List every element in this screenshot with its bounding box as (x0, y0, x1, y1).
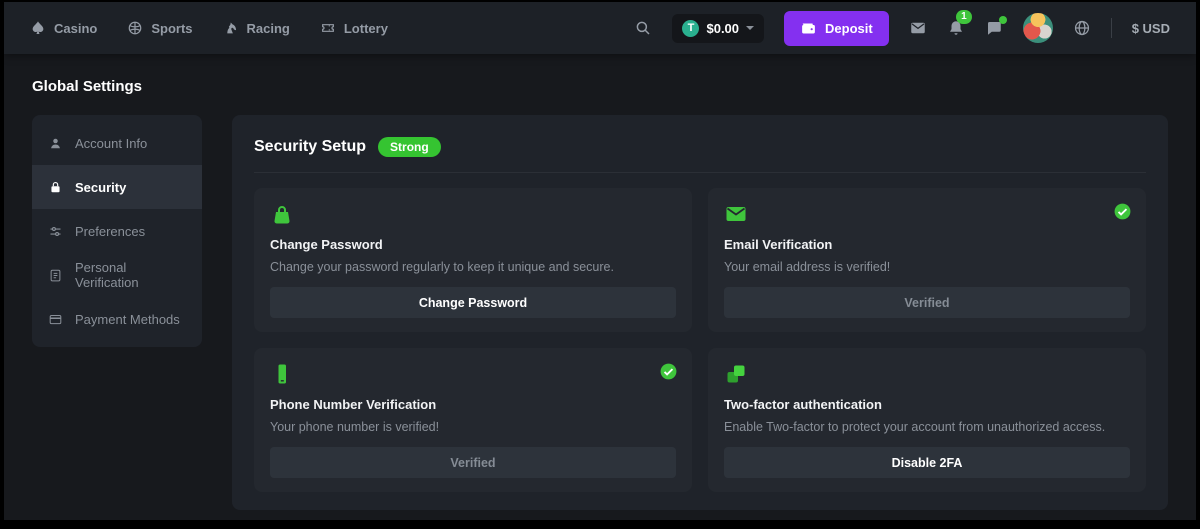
sports-ball-icon (127, 20, 143, 36)
sidebar-item-security[interactable]: Security (32, 165, 202, 209)
bell-icon[interactable]: 1 (947, 19, 965, 37)
settings-sidebar: Account Info Security Preferences (32, 115, 202, 347)
sidebar-item-personal-verification[interactable]: Personal Verification (32, 253, 202, 297)
balance-amount: $0.00 (706, 21, 739, 36)
navbar-divider (1111, 18, 1112, 38)
security-setup-panel: Security Setup Strong Change Password Ch… (232, 115, 1168, 510)
deposit-button[interactable]: Deposit (784, 11, 889, 46)
casino-spade-icon (30, 20, 46, 36)
sidebar-item-preferences[interactable]: Preferences (32, 209, 202, 253)
nav-item-casino[interactable]: Casino (30, 20, 97, 36)
nav-item-label: Lottery (344, 21, 388, 36)
change-password-card: Change Password Change your password reg… (254, 188, 692, 332)
person-icon (48, 136, 63, 151)
nav-item-label: Casino (54, 21, 97, 36)
deposit-label: Deposit (825, 21, 873, 36)
nav-item-sports[interactable]: Sports (127, 20, 192, 36)
nav-item-lottery[interactable]: Lottery (320, 20, 388, 36)
card-description: Enable Two-factor to protect your accoun… (724, 420, 1130, 434)
check-circle-icon (659, 362, 678, 381)
section-title: Security Setup (254, 138, 366, 156)
nav-item-label: Racing (247, 21, 290, 36)
disable-2fa-button[interactable]: Disable 2FA (724, 447, 1130, 478)
online-dot (999, 16, 1007, 24)
chevron-down-icon (746, 26, 754, 30)
security-card-grid: Change Password Change your password reg… (254, 188, 1146, 492)
document-icon (48, 268, 63, 283)
wallet-icon (800, 20, 817, 37)
page-title: Global Settings (32, 78, 1168, 95)
card-description: Your phone number is verified! (270, 420, 676, 434)
sidebar-item-label: Preferences (75, 224, 145, 239)
currency-selector[interactable]: $ USD (1132, 21, 1170, 36)
cubes-icon (724, 362, 1130, 386)
chat-icon[interactable] (985, 19, 1003, 37)
sidebar-item-label: Personal Verification (75, 260, 186, 290)
card-description: Your email address is verified! (724, 260, 1130, 274)
notification-badge: 1 (956, 10, 972, 24)
nav-item-racing[interactable]: Racing (223, 20, 290, 36)
phone-icon (270, 362, 676, 386)
divider (254, 172, 1146, 173)
avatar[interactable] (1023, 13, 1053, 43)
sidebar-item-account-info[interactable]: Account Info (32, 121, 202, 165)
lock-icon (48, 180, 63, 195)
credit-card-icon (48, 312, 63, 327)
change-password-button[interactable]: Change Password (270, 287, 676, 318)
card-description: Change your password regularly to keep i… (270, 260, 676, 274)
inbox-icon[interactable] (909, 19, 927, 37)
email-verification-card: Email Verification Your email address is… (708, 188, 1146, 332)
search-icon[interactable] (634, 19, 652, 37)
app-window: Casino Sports Racing Lottery (4, 2, 1196, 520)
globe-icon[interactable] (1073, 19, 1091, 37)
primary-nav: Casino Sports Racing Lottery (30, 20, 388, 36)
check-circle-icon (1113, 202, 1132, 221)
sidebar-item-label: Account Info (75, 136, 147, 151)
sidebar-item-label: Payment Methods (75, 312, 180, 327)
balance-selector[interactable]: T $0.00 (672, 14, 764, 43)
two-factor-card: Two-factor authentication Enable Two-fac… (708, 348, 1146, 492)
card-title: Email Verification (724, 237, 1130, 252)
sidebar-item-payment-methods[interactable]: Payment Methods (32, 297, 202, 341)
sliders-icon (48, 224, 63, 239)
strength-badge: Strong (378, 137, 441, 157)
envelope-icon (724, 202, 1130, 226)
email-verified-button[interactable]: Verified (724, 287, 1130, 318)
nav-item-label: Sports (151, 21, 192, 36)
card-title: Change Password (270, 237, 676, 252)
phone-verified-button[interactable]: Verified (270, 447, 676, 478)
card-title: Phone Number Verification (270, 397, 676, 412)
ticket-icon (320, 20, 336, 36)
tether-icon: T (682, 20, 699, 37)
sidebar-item-label: Security (75, 180, 126, 195)
phone-verification-card: Phone Number Verification Your phone num… (254, 348, 692, 492)
horse-icon (223, 20, 239, 36)
navbar-right: T $0.00 Deposit 1 (634, 11, 1170, 46)
padlock-bag-icon (270, 202, 676, 226)
content-area: Global Settings Account Info Security (4, 54, 1196, 510)
navbar: Casino Sports Racing Lottery (4, 2, 1196, 54)
card-title: Two-factor authentication (724, 397, 1130, 412)
